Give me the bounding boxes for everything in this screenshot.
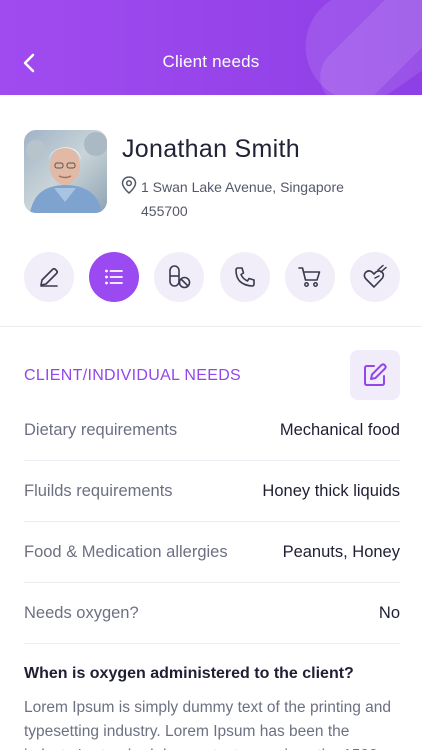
medication-button[interactable] xyxy=(154,252,205,302)
section-title: CLIENT/INDIVIDUAL NEEDS xyxy=(24,367,242,384)
section-divider xyxy=(0,326,422,327)
needs-row: Needs oxygen? No xyxy=(24,583,400,644)
edit-profile-button[interactable] xyxy=(24,252,74,302)
heart-care-icon xyxy=(363,264,387,288)
needs-row-label: Needs oxygen? xyxy=(24,603,139,622)
call-button[interactable] xyxy=(219,252,270,302)
edit-needs-button[interactable] xyxy=(350,350,400,400)
care-button[interactable] xyxy=(349,252,400,302)
list-icon xyxy=(105,269,124,285)
oxygen-answer: Lorem Ipsum is simply dummy text of the … xyxy=(24,699,391,750)
pill-icon xyxy=(169,265,191,289)
phone-icon xyxy=(234,267,255,287)
needs-row-label: Food & Medication allergies xyxy=(24,542,228,561)
location-pin-icon xyxy=(121,176,137,194)
client-address: 1 Swan Lake Avenue, Singapore 455700 xyxy=(141,179,344,219)
client-name: Jonathan Smith xyxy=(122,135,300,163)
app-header: Client needs xyxy=(0,0,422,95)
client-profile: Jonathan Smith 1 Swan Lake Avenue, Singa… xyxy=(24,130,404,220)
needs-row-value: Mechanical food xyxy=(279,420,400,439)
needs-row-value: No xyxy=(378,603,400,622)
edit-icon xyxy=(364,363,387,386)
needs-row: Dietary requirements Mechanical food xyxy=(24,400,400,461)
pencil-icon xyxy=(40,267,59,287)
shopping-button[interactable] xyxy=(284,252,335,302)
needs-row: Fluilds requirements Honey thick liquids xyxy=(24,461,400,522)
needs-row-label: Fluilds requirements xyxy=(24,481,173,500)
needs-row: Food & Medication allergies Peanuts, Hon… xyxy=(24,522,400,583)
page-title: Client needs xyxy=(162,52,260,71)
oxygen-question: When is oxygen administered to the clien… xyxy=(24,665,354,682)
needs-list-button[interactable] xyxy=(89,252,140,302)
needs-list: Dietary requirements Mechanical food Flu… xyxy=(24,400,400,644)
needs-row-label: Dietary requirements xyxy=(24,420,178,439)
cart-icon xyxy=(297,267,321,287)
action-bar xyxy=(24,252,400,302)
avatar xyxy=(24,130,107,213)
needs-row-value: Honey thick liquids xyxy=(262,481,400,500)
needs-row-value: Peanuts, Honey xyxy=(282,542,400,561)
